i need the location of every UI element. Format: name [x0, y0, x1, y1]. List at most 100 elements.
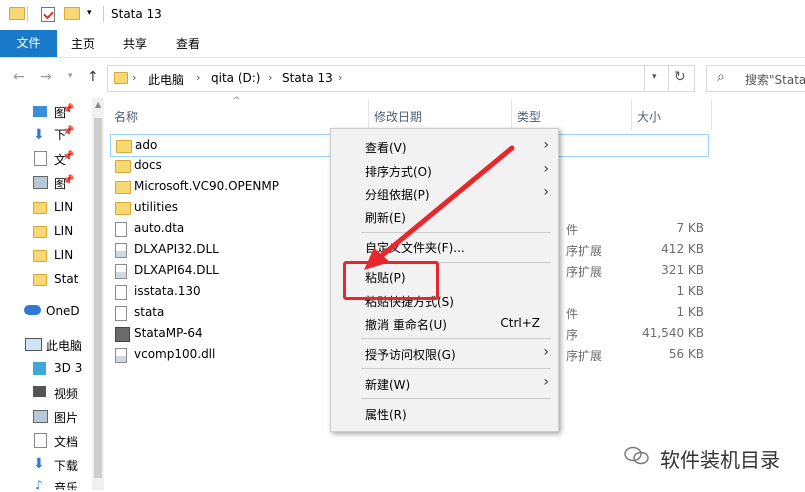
menu-item-undo[interactable]: 撤消 重命名(U) Ctrl+Z	[331, 312, 558, 336]
chevron-down-icon[interactable]: ▾	[652, 72, 657, 82]
pin-icon: 📌	[62, 151, 75, 162]
column-divider[interactable]	[631, 100, 632, 130]
menu-separator	[361, 398, 551, 399]
file-name: utilities	[134, 200, 178, 214]
sort-ascending-icon: ^	[233, 96, 241, 106]
breadcrumb-drive[interactable]: qita (D:)	[211, 71, 260, 85]
dll-icon	[115, 243, 127, 258]
pin-icon: 📌	[62, 126, 75, 137]
menu-item-properties[interactable]: 属性(R)	[331, 402, 558, 426]
sidebar-item-onedrive[interactable]: OneD	[46, 304, 80, 318]
file-name: DLXAPI32.DLL	[134, 242, 219, 256]
menu-item-label: 属性(R)	[365, 408, 407, 422]
sidebar-item-lin-3[interactable]: LIN	[54, 248, 73, 262]
file-type: 件	[566, 223, 579, 237]
file-type: 件	[566, 307, 579, 321]
file-icon	[115, 285, 127, 300]
file-size: 1 KB	[676, 305, 704, 319]
recent-dropdown-icon[interactable]: ▾	[68, 71, 73, 81]
sidebar-item-lin-2[interactable]: LIN	[54, 224, 73, 238]
desktop-icon	[33, 106, 47, 117]
menu-item-new[interactable]: 新建(W) ›	[331, 372, 558, 396]
tab-view[interactable]: 查看	[176, 35, 200, 52]
column-divider[interactable]	[511, 100, 512, 130]
file-type: 序扩展	[566, 349, 603, 363]
column-divider[interactable]	[711, 100, 712, 130]
watermark-text: 软件装机目录	[660, 448, 780, 472]
file-size: 41,540 KB	[642, 326, 704, 340]
chevron-right-icon[interactable]: ›	[268, 71, 272, 84]
app-icon	[115, 327, 130, 342]
search-icon: ⌕	[717, 69, 725, 85]
scroll-up-icon[interactable]: ▲	[95, 100, 101, 109]
folder-icon	[33, 226, 47, 238]
chevron-right-icon: ›	[543, 137, 549, 153]
sidebar-scrollbar[interactable]: ▲	[92, 98, 104, 490]
chevron-right-icon[interactable]: ›	[196, 71, 200, 84]
folder-icon	[115, 202, 131, 215]
folder-icon	[33, 274, 47, 286]
column-divider[interactable]	[368, 100, 369, 130]
folder-icon	[116, 140, 132, 153]
chevron-right-icon[interactable]: ›	[338, 71, 342, 84]
chevron-right-icon[interactable]: ›	[132, 71, 136, 84]
menu-separator	[361, 368, 551, 369]
sidebar-item-stata[interactable]: Stat	[54, 272, 78, 286]
sidebar-item-downloads-2[interactable]: 下载	[54, 457, 78, 474]
onedrive-icon	[24, 305, 41, 315]
refresh-icon[interactable]: ↻	[674, 69, 686, 85]
pin-icon: 📌	[62, 104, 75, 115]
download-icon: ⬇	[33, 456, 45, 472]
this-pc-icon	[25, 338, 42, 351]
scrollbar-thumb[interactable]	[94, 118, 102, 478]
window-title: Stata 13	[111, 7, 162, 21]
file-name: vcomp100.dll	[134, 347, 216, 361]
tab-home[interactable]: 主页	[71, 35, 95, 52]
documents-icon	[34, 151, 47, 166]
back-icon[interactable]: ←	[13, 69, 25, 85]
file-name: auto.dta	[134, 221, 185, 235]
pictures-icon	[33, 410, 48, 423]
file-size: 56 KB	[668, 347, 704, 361]
file-size: 1 KB	[676, 284, 704, 298]
breadcrumb-this-pc[interactable]: 此电脑	[148, 71, 184, 88]
search-box[interactable]: ⌕ 搜索"Stata	[706, 65, 805, 92]
column-header-date[interactable]: 修改日期	[374, 108, 422, 125]
sidebar-item-3d-objects[interactable]: 3D 3	[54, 361, 82, 375]
menu-item-label: 撤消 重命名(U)	[365, 318, 447, 332]
file-name: isstata.130	[134, 284, 201, 298]
file-icon	[115, 306, 127, 321]
forward-icon[interactable]: →	[40, 69, 52, 85]
new-folder-icon[interactable]	[64, 7, 80, 20]
menu-item-label: 新建(W)	[365, 378, 411, 392]
column-header-name[interactable]: 名称	[114, 108, 138, 125]
address-bar[interactable]: › 此电脑 › qita (D:) › Stata 13 › ▾ ↻	[107, 65, 695, 92]
chevron-down-icon[interactable]: ▾	[87, 8, 92, 18]
chevron-right-icon: ›	[543, 161, 549, 177]
tab-file[interactable]: 文件	[0, 30, 57, 57]
breadcrumb-folder[interactable]: Stata 13	[282, 71, 333, 85]
menu-item-grant-access[interactable]: 授予访问权限(G) ›	[331, 342, 558, 366]
file-name: ado	[135, 138, 158, 152]
divider	[103, 6, 104, 22]
file-name: docs	[134, 158, 162, 172]
sidebar-item-music[interactable]: 音乐	[54, 479, 78, 490]
file-name: Microsoft.VC90.OPENMP	[134, 179, 279, 193]
up-icon[interactable]: ↑	[87, 69, 99, 85]
sidebar-item-documents-2[interactable]: 文档	[54, 433, 78, 450]
file-type: 序扩展	[566, 265, 603, 279]
column-header-type[interactable]: 类型	[517, 108, 541, 125]
search-input[interactable]: 搜索"Stata	[745, 71, 805, 88]
documents-icon	[34, 433, 47, 448]
sidebar-item-pictures-2[interactable]: 图片	[54, 409, 78, 426]
tab-share[interactable]: 共享	[123, 35, 147, 52]
column-header-size[interactable]: 大小	[637, 108, 661, 125]
sidebar-item-this-pc[interactable]: 此电脑	[46, 337, 82, 354]
ribbon-tabs: 文件 主页 共享 查看	[0, 30, 805, 58]
divider	[27, 6, 28, 22]
properties-icon[interactable]	[41, 7, 55, 22]
sidebar-item-videos[interactable]: 视频	[54, 385, 78, 402]
dll-icon	[115, 264, 127, 279]
file-name: stata	[134, 305, 165, 319]
sidebar-item-lin-1[interactable]: LIN	[54, 200, 73, 214]
